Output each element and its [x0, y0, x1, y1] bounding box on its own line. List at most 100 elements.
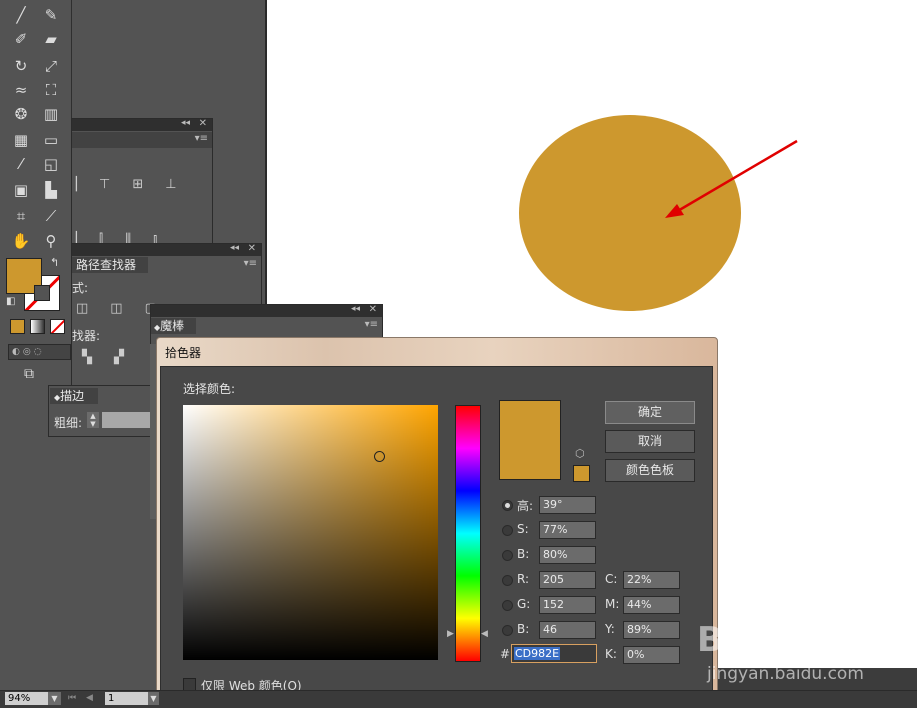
hue-slider-right-triangle-icon[interactable]: ◀ — [481, 629, 488, 639]
saturation-radio[interactable] — [502, 525, 513, 536]
web-safe-color-swatch[interactable] — [573, 465, 590, 482]
panel-menu-icon[interactable]: ▾≡ — [244, 258, 257, 269]
draw-mode-buttons[interactable]: ◐◎◌ — [8, 344, 71, 360]
screen-mode-icon[interactable]: ⧉ — [24, 366, 34, 382]
scale-icon[interactable]: ⤢ — [38, 55, 64, 77]
live-paint-icon[interactable]: ▣ — [8, 179, 34, 201]
hue-field[interactable]: 39° — [539, 496, 596, 514]
stroke-weight-label: 粗细: — [54, 416, 83, 430]
free-transform-icon[interactable]: ⛶ — [38, 79, 64, 101]
gradient-mode-button[interactable] — [30, 319, 45, 334]
hand-icon[interactable]: ✋ — [8, 230, 34, 252]
hue-slider-left-triangle-icon[interactable]: ▶ — [447, 629, 454, 639]
magenta-label: M: — [605, 597, 620, 611]
green-field[interactable]: 152 — [539, 596, 596, 614]
brightness-radio[interactable] — [502, 550, 513, 561]
stroke-tab-label: 描边 — [60, 389, 85, 403]
dialog-body: 选择颜色: ▶ ◀ ⬡ 确定 取消 颜色色板 高: 39° S: 77% B: … — [160, 366, 713, 706]
color-field[interactable] — [183, 405, 438, 660]
saturation-field[interactable]: 77% — [539, 521, 596, 539]
zoom-icon[interactable]: ⚲ — [38, 230, 64, 252]
warp-icon[interactable]: ≈ — [8, 79, 34, 101]
select-color-label: 选择颜色: — [183, 382, 236, 396]
blend-icon[interactable]: ◱ — [38, 153, 64, 175]
none-mode-button[interactable] — [50, 319, 65, 334]
cyan-label: C: — [605, 572, 618, 586]
collapse-icon[interactable]: ◂◂ — [230, 243, 239, 253]
color-field-cursor[interactable] — [374, 451, 385, 462]
eraser-icon[interactable]: ▰ — [38, 28, 64, 50]
gradient-icon[interactable]: ▭ — [38, 129, 64, 151]
yellow-label: Y: — [605, 622, 615, 636]
rotate-icon[interactable]: ↻ — [8, 55, 34, 77]
tab-stroke[interactable]: ◆描边 — [50, 388, 98, 404]
hue-radio[interactable] — [502, 500, 513, 511]
close-icon[interactable]: ✕ — [199, 118, 207, 129]
brightness-field[interactable]: 80% — [539, 546, 596, 564]
hue-slider[interactable] — [455, 405, 481, 662]
ok-button[interactable]: 确定 — [605, 401, 695, 424]
red-field[interactable]: 205 — [539, 571, 596, 589]
panel-menu-icon[interactable]: ▾≡ — [365, 319, 378, 330]
hex-value[interactable]: CD982E — [514, 647, 561, 660]
paintbrush-icon[interactable]: ╱ — [8, 4, 34, 26]
ellipse-shape[interactable] — [519, 115, 741, 311]
artboard-dropdown-icon[interactable]: ▼ — [148, 692, 159, 705]
eyedropper-icon[interactable]: ⁄ — [8, 153, 34, 175]
green-radio[interactable] — [502, 600, 513, 611]
align-panel-tabbar: ▾≡ — [72, 132, 212, 148]
artboard-number-field[interactable]: 1 — [105, 692, 150, 705]
default-colors-icon[interactable]: ◧ — [6, 296, 15, 307]
chart-icon[interactable]: ▙ — [38, 179, 64, 201]
stroke-weight-stepper[interactable]: ▲ ▼ — [87, 412, 99, 428]
web-safe-cube-icon[interactable]: ⬡ — [575, 447, 585, 460]
pathfinder-panel-topbar: ◂◂ ✕ — [72, 243, 261, 256]
tab-magic-wand[interactable]: ◆魔棒 — [151, 318, 196, 334]
magenta-field[interactable]: 44% — [623, 596, 680, 614]
color-picker-dialog: 拾色器 选择颜色: ▶ ◀ ⬡ 确定 取消 颜色色板 高: 39° S: 77%… — [156, 337, 718, 708]
swap-colors-icon[interactable]: ↰ — [50, 256, 59, 269]
pencil-icon[interactable]: ✎ — [38, 4, 64, 26]
green-label: G: — [517, 597, 531, 611]
tools-panel: ╱ ✎ ✐ ▰ ↻ ⤢ ≈ ⛶ ❂ ▥ ▦ ▭ ⁄ ◱ ▣ ▙ ⌗ ⟋ ✋ ⚲ … — [0, 0, 72, 390]
collapse-icon[interactable]: ◂◂ — [351, 304, 360, 314]
red-radio[interactable] — [502, 575, 513, 586]
zoom-dropdown-icon[interactable]: ▼ — [48, 692, 61, 705]
black-label: K: — [605, 647, 617, 661]
blue-field[interactable]: 46 — [539, 621, 596, 639]
blue-label: B: — [517, 622, 530, 636]
close-icon[interactable]: ✕ — [248, 243, 256, 254]
pathfinders-label: 找器: — [72, 329, 101, 343]
symbol-sprayer-icon[interactable]: ❂ — [8, 103, 34, 125]
slice-icon[interactable]: ⟋ — [38, 205, 64, 227]
align-icons-row[interactable]: ▕⊤⊞⊥ — [67, 177, 199, 192]
stroke-panel: ◆描边 粗细: ▲ ▼ — [48, 385, 160, 437]
yellow-field[interactable]: 89% — [623, 621, 680, 639]
hue-label: 高: — [517, 499, 534, 513]
blue-radio[interactable] — [502, 625, 513, 636]
first-artboard-icon[interactable]: ⏮ — [68, 693, 76, 703]
blob-brush-icon[interactable]: ✐ — [8, 28, 34, 50]
tab-pathfinder[interactable]: 路径查找器 — [72, 257, 148, 273]
pathfinder-icons[interactable]: ▚▞ — [82, 350, 146, 365]
saturation-label: S: — [517, 522, 529, 536]
panel-menu-icon[interactable]: ▾≡ — [195, 133, 208, 144]
dialog-title: 拾色器 — [165, 346, 202, 360]
close-icon[interactable]: ✕ — [369, 304, 377, 315]
black-field[interactable]: 0% — [623, 646, 680, 664]
column-graph-icon[interactable]: ▥ — [38, 103, 64, 125]
color-mode-button[interactable] — [10, 319, 25, 334]
hex-label: # — [500, 647, 511, 661]
zoom-field[interactable]: 94% — [5, 692, 50, 705]
align-panel-topbar: ◂◂ ✕ — [72, 118, 212, 131]
mesh-icon[interactable]: ▦ — [8, 129, 34, 151]
stroke-weight-field[interactable] — [102, 412, 157, 428]
red-label: R: — [517, 572, 530, 586]
artboard-icon[interactable]: ⌗ — [8, 205, 34, 227]
color-swatches-button[interactable]: 颜色色板 — [605, 459, 695, 482]
cyan-field[interactable]: 22% — [623, 571, 680, 589]
collapse-icon[interactable]: ◂◂ — [181, 118, 190, 128]
align-panel: ◂◂ ✕ ▾≡ ▕⊤⊞⊥ ▕⫿⫼⫾ — [67, 118, 213, 260]
cancel-button[interactable]: 取消 — [605, 430, 695, 453]
previous-artboard-icon[interactable]: ◀ — [86, 693, 93, 703]
